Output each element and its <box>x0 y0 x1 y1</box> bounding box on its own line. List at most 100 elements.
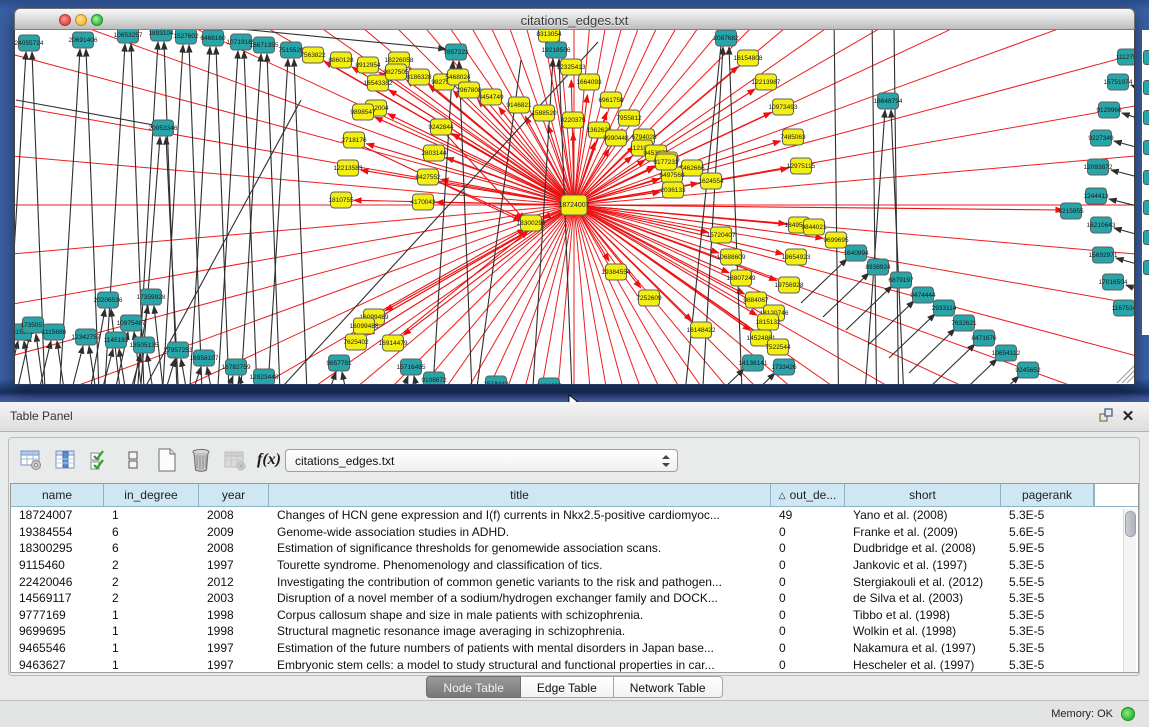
network-node[interactable]: 9146821 <box>506 97 532 113</box>
table-row[interactable]: 1872400712008Changes of HCN gene express… <box>11 507 1138 524</box>
network-node[interactable]: 1112753 <box>1116 49 1135 65</box>
cell-pagerank[interactable]: 5.3E-5 <box>1001 624 1094 638</box>
network-node[interactable]: 16154808 <box>734 50 763 66</box>
table-select-dropdown[interactable]: citations_edges.txt <box>285 449 678 472</box>
function-builder-icon[interactable]: f(x) <box>256 447 282 473</box>
cell-short[interactable]: de Silva et al. (2003) <box>845 591 1001 605</box>
cell-out_de[interactable]: 0 <box>771 658 845 672</box>
network-node[interactable]: 2933114 <box>932 300 957 316</box>
network-node[interactable]: 1664093 <box>576 74 602 90</box>
network-node[interactable]: 8427552 <box>415 169 441 185</box>
network-node[interactable]: 1527602 <box>173 30 199 44</box>
cell-short[interactable]: Jankovic et al. (1997) <box>845 558 1001 572</box>
column-header-year[interactable]: year <box>199 484 269 506</box>
network-node[interactable]: 1810755 <box>328 192 354 208</box>
cell-title[interactable]: Disruption of a novel member of a sodium… <box>269 591 771 605</box>
network-node[interactable]: 2718176 <box>341 132 367 148</box>
cell-in_degree[interactable]: 2 <box>104 575 199 589</box>
network-node[interactable]: 7252609 <box>636 290 662 306</box>
network-node[interactable]: 8177231 <box>653 154 679 170</box>
cell-out_de[interactable]: 0 <box>771 541 845 555</box>
tab-network-table[interactable]: Network Table <box>614 676 723 698</box>
cell-year[interactable]: 1998 <box>199 624 269 638</box>
table-row[interactable]: 2242004622012Investigating the contribut… <box>11 573 1138 590</box>
network-node[interactable]: 1640994 <box>843 245 869 261</box>
cell-year[interactable]: 2008 <box>199 541 269 555</box>
network-node[interactable]: 1815132 <box>755 314 781 330</box>
column-header-pagerank[interactable]: pagerank <box>1001 484 1094 506</box>
network-node[interactable]: 9898547 <box>350 104 376 120</box>
cell-name[interactable]: 14569117 <box>11 591 104 605</box>
network-node[interactable]: 15716485 <box>397 359 426 375</box>
network-node[interactable]: 12342757 <box>72 329 101 345</box>
cell-in_degree[interactable]: 2 <box>104 591 199 605</box>
network-node[interactable]: 9108672 <box>421 372 447 385</box>
cell-short[interactable]: Dudbridge et al. (2008) <box>845 541 1001 555</box>
network-node[interactable]: 9129966 <box>1096 102 1122 118</box>
cell-name[interactable]: 18300295 <box>11 541 104 555</box>
cell-in_degree[interactable]: 1 <box>104 658 199 672</box>
column-header-in_degree[interactable]: in_degree <box>104 484 199 506</box>
cell-out_de[interactable]: 0 <box>771 641 845 655</box>
network-node[interactable]: 9827505 <box>383 64 409 80</box>
table-vertical-scrollbar[interactable] <box>1123 509 1136 672</box>
table-row[interactable]: 1938455462009Genome-wide association stu… <box>11 524 1138 541</box>
network-node[interactable]: 17016504 <box>1099 274 1128 290</box>
network-node[interactable]: 10973493 <box>769 99 798 115</box>
cell-title[interactable]: Changes of HCN gene expression and I(f) … <box>269 508 771 522</box>
network-node[interactable]: 19218506 <box>542 42 571 58</box>
network-canvas[interactable]: 2405572420691406106532571893104152760264… <box>14 30 1135 385</box>
table-row[interactable]: 1456911722003Disruption of a novel membe… <box>11 590 1138 607</box>
cell-pagerank[interactable]: 5.3E-5 <box>1001 608 1094 622</box>
network-node[interactable]: 18724007 <box>558 195 589 215</box>
cell-year[interactable]: 2012 <box>199 575 269 589</box>
network-node[interactable]: 16148422 <box>687 322 716 338</box>
cell-short[interactable]: Stergiakouli et al. (2012) <box>845 575 1001 589</box>
cell-in_degree[interactable]: 1 <box>104 641 199 655</box>
cell-title[interactable]: Embryonic stem cells: a model to study s… <box>269 658 771 672</box>
cell-pagerank[interactable]: 5.5E-5 <box>1001 575 1094 589</box>
cell-name[interactable]: 9465546 <box>11 641 104 655</box>
table-row[interactable]: 969969511998Structural magnetic resonanc… <box>11 623 1138 640</box>
network-node[interactable]: 1624554 <box>698 173 724 189</box>
network-node[interactable]: 12923448 <box>250 369 279 385</box>
cell-short[interactable]: Franke et al. (2009) <box>845 525 1001 539</box>
cell-year[interactable]: 1998 <box>199 608 269 622</box>
network-node[interactable]: 1518443 <box>483 376 509 385</box>
cell-pagerank[interactable]: 5.3E-5 <box>1001 558 1094 572</box>
network-node[interactable]: 2803144 <box>421 145 447 161</box>
cell-pagerank[interactable]: 5.9E-5 <box>1001 541 1094 555</box>
cell-in_degree[interactable]: 6 <box>104 541 199 555</box>
network-node[interactable]: 16210643 <box>1087 217 1116 233</box>
cell-name[interactable]: 9777169 <box>11 608 104 622</box>
network-node[interactable]: 19756928 <box>775 277 804 293</box>
table-row[interactable]: 911546021997Tourette syndrome. Phenomeno… <box>11 557 1138 574</box>
network-node[interactable]: 1167534 <box>1112 300 1135 316</box>
cell-name[interactable]: 18724007 <box>11 508 104 522</box>
network-window[interactable]: citations_edges.txt 24055724206914061065… <box>14 8 1135 385</box>
cell-year[interactable]: 2009 <box>199 525 269 539</box>
cell-name[interactable]: 9463627 <box>11 658 104 672</box>
network-node[interactable]: 8186328 <box>406 69 432 85</box>
network-node[interactable]: 7632621 <box>951 315 977 331</box>
float-window-button[interactable] <box>1097 408 1115 426</box>
table-mode-icon[interactable] <box>18 447 44 473</box>
network-node[interactable]: 8471676 <box>971 330 997 346</box>
network-node[interactable]: 1893104 <box>148 30 174 41</box>
network-node[interactable]: 9857791 <box>326 355 352 371</box>
network-node[interactable]: 7955812 <box>616 110 642 126</box>
network-node[interactable]: 1145193 <box>104 332 129 348</box>
cell-year[interactable]: 1997 <box>199 658 269 672</box>
network-node[interactable]: 9990448 <box>603 130 629 146</box>
cell-title[interactable]: Corpus callosum shape and size in male p… <box>269 608 771 622</box>
cell-title[interactable]: Estimation of significance thresholds fo… <box>269 541 771 555</box>
network-node[interactable]: 2087682 <box>713 30 739 46</box>
delete-column-icon[interactable] <box>188 447 214 473</box>
network-node[interactable]: 16782759 <box>222 359 251 375</box>
network-node[interactable]: 10654112 <box>992 345 1021 361</box>
cell-in_degree[interactable]: 2 <box>104 558 199 572</box>
network-node[interactable]: 9699695 <box>823 232 849 248</box>
network-node[interactable]: 13505135 <box>130 337 159 353</box>
table-row[interactable]: 977716911998Corpus callosum shape and si… <box>11 607 1138 624</box>
cell-short[interactable]: Hescheler et al. (1997) <box>845 658 1001 672</box>
